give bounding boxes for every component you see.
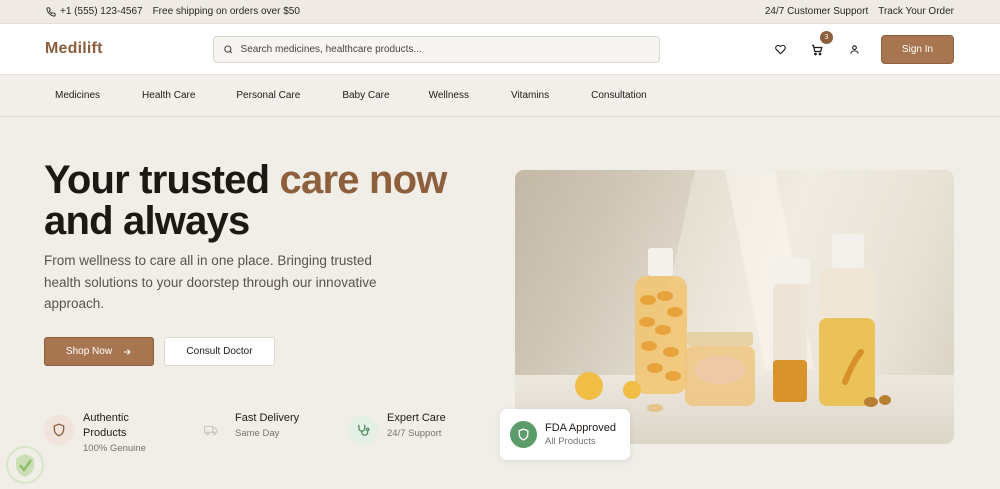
sign-in-button[interactable]: Sign In bbox=[881, 35, 954, 64]
feature-subtitle: Same Day bbox=[235, 428, 280, 439]
header-actions: 3 Sign In bbox=[770, 24, 954, 75]
account-button[interactable] bbox=[844, 40, 864, 60]
track-order-link[interactable]: Track Your Order bbox=[878, 6, 954, 17]
feature-icon-circle bbox=[348, 415, 378, 445]
shop-now-label: Shop Now bbox=[65, 346, 113, 357]
search-icon bbox=[224, 44, 233, 53]
feature-icon-circle bbox=[44, 415, 74, 445]
phone-contact[interactable]: +1 (555) 123-4567 bbox=[46, 6, 143, 17]
feature-subtitle: 24/7 Support bbox=[387, 428, 442, 439]
nav-item-health-care[interactable]: Health Care bbox=[142, 90, 195, 101]
headline-part-2: and always bbox=[44, 199, 250, 243]
nav-item-vitamins[interactable]: Vitamins bbox=[511, 90, 549, 101]
topbar-left: +1 (555) 123-4567 Free shipping on order… bbox=[46, 6, 300, 17]
headline-part-1: Your trusted bbox=[44, 158, 280, 202]
topbar-right: 24/7 Customer Support Track Your Order bbox=[765, 6, 954, 17]
cart-button[interactable]: 3 bbox=[807, 30, 833, 60]
hero-product-image bbox=[515, 170, 954, 444]
hero-subtext: From wellness to care all in one place. … bbox=[44, 253, 377, 311]
wishlist-button[interactable] bbox=[770, 40, 790, 60]
brand-logo[interactable]: Medilift bbox=[45, 40, 213, 58]
feature-title: Fast Delivery bbox=[235, 412, 300, 424]
nav-item-baby-care[interactable]: Baby Care bbox=[342, 90, 389, 101]
cart-count-badge: 3 bbox=[820, 30, 833, 44]
feature-expert-care: Expert Care 24/7 Support bbox=[348, 411, 446, 445]
feature-icon-circle bbox=[196, 415, 226, 445]
hero-section: Your trusted care now and always From we… bbox=[0, 118, 1000, 489]
fda-subtitle: All Products bbox=[545, 436, 596, 447]
search-bar[interactable] bbox=[213, 35, 660, 63]
fda-badge bbox=[510, 421, 537, 448]
feature-title: Authentic Products bbox=[83, 412, 129, 439]
feature-fast-delivery: Fast Delivery Same Day bbox=[196, 411, 299, 445]
consult-doctor-button[interactable]: Consult Doctor bbox=[164, 337, 275, 366]
headline-accent: care now bbox=[279, 158, 448, 202]
top-announcement-bar: +1 (555) 123-4567 Free shipping on order… bbox=[0, 0, 1000, 24]
phone-icon bbox=[46, 6, 56, 17]
nav-item-wellness[interactable]: Wellness bbox=[429, 90, 469, 101]
cart-icon bbox=[812, 44, 823, 55]
nav-item-personal-care[interactable]: Personal Care bbox=[236, 90, 300, 101]
fda-title: FDA Approved bbox=[545, 422, 616, 434]
fda-approved-card: FDA Approved All Products bbox=[500, 409, 630, 460]
shop-now-button[interactable]: Shop Now bbox=[44, 337, 154, 366]
truck-icon bbox=[204, 425, 218, 436]
watermark-logo bbox=[6, 446, 44, 484]
shield-icon bbox=[53, 423, 65, 437]
feature-title: Expert Care bbox=[387, 412, 446, 424]
nav-item-medicines[interactable]: Medicines bbox=[55, 90, 100, 101]
category-nav: Medicines Health Care Personal Care Baby… bbox=[0, 75, 1000, 117]
feature-subtitle: 100% Genuine bbox=[83, 443, 146, 454]
main-header: Medilift 3 Sign In bbox=[0, 24, 1000, 75]
nav-item-consultation[interactable]: Consultation bbox=[591, 90, 647, 101]
phone-number: +1 (555) 123-4567 bbox=[60, 6, 143, 17]
customer-support-link[interactable]: 24/7 Customer Support bbox=[765, 6, 868, 17]
product-bottles-illustration bbox=[515, 170, 954, 444]
shipping-notice: Free shipping on orders over $50 bbox=[152, 6, 300, 17]
arrow-right-icon bbox=[124, 348, 131, 355]
shield-check-icon bbox=[518, 428, 529, 441]
search-input[interactable] bbox=[240, 43, 650, 55]
user-icon bbox=[849, 45, 859, 54]
stethoscope-icon bbox=[358, 424, 370, 436]
hero-headline: Your trusted care now and always bbox=[44, 160, 504, 242]
feature-authentic-products: Authentic Products 100% Genuine bbox=[44, 411, 163, 455]
heart-icon bbox=[774, 44, 786, 55]
